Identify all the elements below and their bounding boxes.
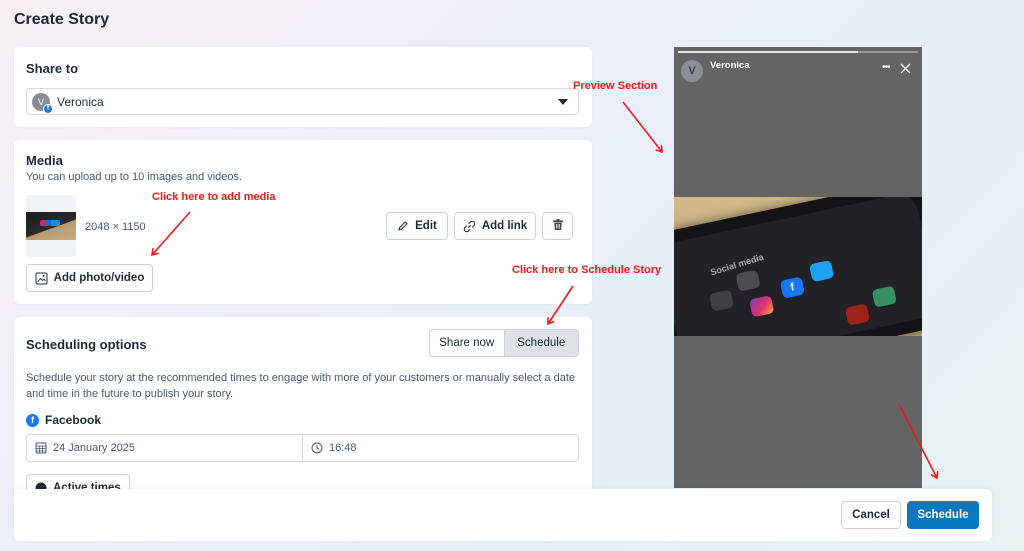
media-card: Media You can upload up to 10 images and… [14,140,592,304]
scheduling-description: Schedule your story at the recommended t… [26,372,576,400]
close-icon[interactable] [900,61,911,79]
page-title: Create Story [14,11,110,28]
facebook-app-icon: f [779,276,806,299]
preview-image: Social media f [674,197,922,336]
account-select[interactable]: V f Veronica [26,88,579,115]
phone-illustration: Social media f [674,197,922,336]
date-time-row: 24 January 2025 16:48 [26,434,579,462]
annotation-schedule: Click here to Schedule Story [512,264,662,276]
twitter-icon [809,260,835,283]
share-to-card: Share to V f Veronica [14,47,592,127]
cancel-button[interactable]: Cancel [841,501,901,529]
scheduling-card: Scheduling options Share now Schedule Sc… [14,317,592,502]
photo-icon [35,272,48,285]
annotation-add-media: Click here to add media [152,191,276,203]
preview-avatar: V [681,60,703,82]
more-options-icon[interactable]: ••• [882,62,890,73]
date-picker[interactable]: 24 January 2025 [27,435,303,461]
edit-label: Edit [415,220,437,232]
scheduling-heading: Scheduling options [26,337,147,352]
app-icon [871,285,897,308]
time-picker[interactable]: 16:48 [303,435,357,461]
date-value: 24 January 2025 [53,442,135,454]
story-progress-bar [678,51,918,53]
annotation-preview: Preview Section [573,80,658,92]
add-photo-video-button[interactable]: Add photo/video [26,264,153,292]
pencil-icon [397,220,409,232]
add-link-button[interactable]: Add link [454,212,536,240]
instagram-icon [749,295,775,318]
add-photo-video-label: Add photo/video [53,272,145,284]
facebook-icon: f [43,103,53,114]
add-link-label: Add link [481,220,528,232]
schedule-button[interactable]: Schedule [907,501,979,529]
media-heading: Media [26,153,63,168]
share-to-heading: Share to [26,61,79,76]
app-icon [708,289,735,312]
tab-schedule[interactable]: Schedule [503,330,578,356]
platform-label: Facebook [45,413,102,427]
calendar-icon [35,442,47,454]
selected-account: Veronica [57,94,104,109]
story-progress-fill [678,51,858,53]
caret-down-icon [558,99,568,105]
tab-share-now[interactable]: Share now [430,330,504,356]
link-icon [463,220,476,233]
clock-icon [311,442,323,454]
media-dimensions: 2048 × 1150 [85,221,146,233]
media-thumbnail[interactable] [26,195,76,257]
thumbnail-image [26,212,76,240]
media-subtitle: You can upload up to 10 images and video… [26,171,243,183]
app-icon [735,269,761,292]
share-mode-toggle: Share now Schedule [429,329,579,357]
trash-icon [552,218,564,234]
platform-row: f Facebook [26,413,101,427]
facebook-icon: f [26,413,39,427]
edit-button[interactable]: Edit [386,212,448,240]
preview-account-name: Veronica [710,60,750,71]
delete-media-button[interactable] [542,212,573,240]
footer-bar: Cancel Schedule [14,489,992,541]
phone-screen: Social media f [674,197,922,336]
app-icon [844,303,871,326]
arrow-to-preview [622,101,662,152]
story-preview: V Veronica ••• Social media f [674,47,922,488]
time-value: 16:48 [329,442,357,454]
account-avatar: V f [32,92,53,114]
